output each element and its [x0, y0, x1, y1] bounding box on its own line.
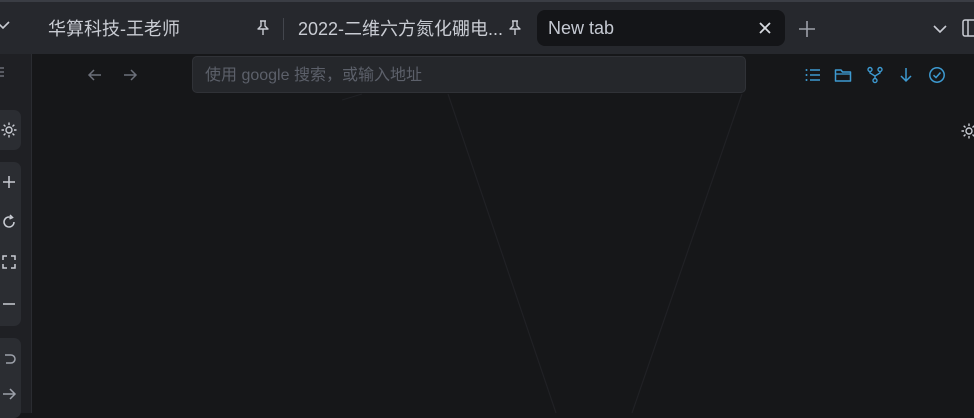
tab-title: 2022-二维六方氮化硼电... [298, 19, 504, 39]
gear-icon[interactable] [0, 121, 18, 139]
chevron-down-icon[interactable] [0, 18, 10, 32]
download-icon[interactable] [897, 66, 915, 84]
gear-icon[interactable] [960, 122, 974, 140]
history-group [0, 338, 21, 418]
background-decoration [341, 93, 743, 413]
tab-pinned-1[interactable]: 华算科技-王老师 [36, 10, 280, 46]
refresh-icon[interactable] [0, 213, 18, 231]
left-toolbar [0, 54, 32, 418]
settings-group [0, 110, 21, 150]
tab-pinned-2[interactable]: 2022-二维六方氮化硼电... [286, 10, 532, 46]
pin-icon[interactable] [506, 19, 524, 37]
folder-icon[interactable] [834, 66, 852, 84]
fullscreen-icon[interactable] [0, 253, 18, 271]
chevron-down-icon[interactable] [932, 22, 948, 36]
grip-icon [0, 67, 4, 77]
list-icon[interactable] [804, 66, 822, 84]
tab-active[interactable]: New tab [537, 10, 785, 46]
fork-icon[interactable] [866, 66, 884, 84]
tab-title: New tab [548, 17, 615, 38]
address-bar[interactable] [192, 56, 746, 94]
forward-button[interactable] [121, 66, 139, 84]
close-icon[interactable] [757, 20, 773, 36]
undo-icon[interactable] [0, 349, 18, 367]
tab-bar: 华算科技-王老师 2022-二维六方氮化硼电... New tab [0, 0, 974, 54]
check-circle-icon[interactable] [928, 66, 946, 84]
zoom-group [0, 162, 21, 326]
tab-divider [283, 18, 284, 40]
panel-icon[interactable] [962, 18, 974, 38]
back-button[interactable] [86, 66, 104, 84]
minus-icon[interactable] [0, 295, 18, 313]
plus-icon[interactable] [0, 173, 18, 191]
pin-icon[interactable] [254, 19, 272, 37]
arrow-right-icon[interactable] [0, 385, 18, 403]
search-input[interactable] [203, 57, 737, 94]
tab-title: 华算科技-王老师 [48, 19, 180, 39]
new-tab-button[interactable] [798, 20, 816, 38]
